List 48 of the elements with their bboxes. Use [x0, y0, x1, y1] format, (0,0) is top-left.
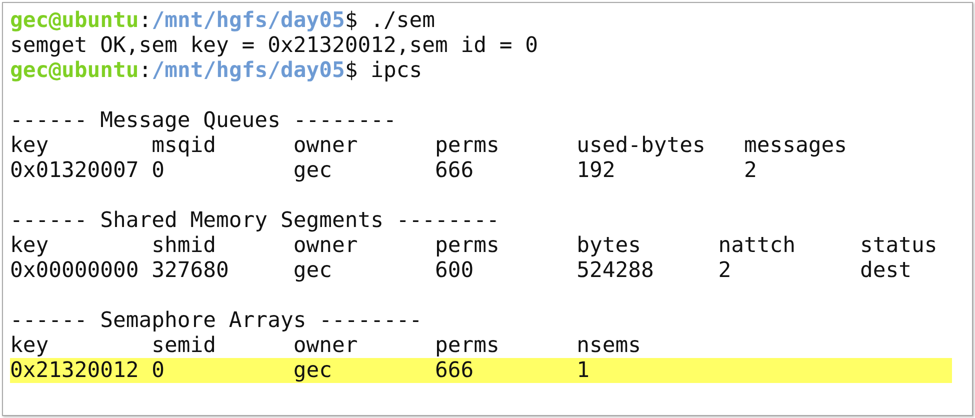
table-cell-text: dest [860, 258, 912, 283]
prompt-separator: : [138, 8, 152, 33]
column-header: messages [744, 133, 848, 158]
command-text: $ ipcs [344, 58, 422, 83]
column-header: owner [293, 233, 359, 258]
column-header: shmid [152, 233, 218, 258]
table-cell-text: 2 [718, 258, 732, 283]
column-header: perms [434, 233, 500, 258]
table-cell-text: 524288 [576, 258, 655, 283]
section-heading: ------ Shared Memory Segments -------- [10, 208, 500, 233]
table-cell-text: 0 [152, 158, 166, 183]
column-header: used-bytes [576, 133, 706, 158]
column-header: nattch [718, 233, 797, 258]
prompt-path: /mnt/hgfs/day05 [152, 58, 345, 83]
table-cell-text: 0 [152, 358, 166, 383]
prompt-user-host: gec@ubuntu [10, 58, 139, 83]
table-cell-text: 0x01320007 [10, 158, 140, 183]
section-heading: ------ Semaphore Arrays -------- [10, 308, 422, 333]
prompt-separator: : [138, 58, 152, 83]
column-header: owner [293, 133, 359, 158]
section-heading: ------ Message Queues -------- [10, 108, 396, 133]
column-header: key [10, 333, 50, 358]
table-cell-text: 0x00000000 [10, 258, 140, 283]
table-cell-text: 0x21320012 [10, 358, 140, 383]
column-header: perms [434, 133, 500, 158]
table-cell-text: 600 [434, 258, 475, 283]
output-text: semget OK,sem key = 0x21320012,sem id = 0 [10, 33, 538, 58]
table-cell-text: 1 [576, 358, 591, 383]
column-header: perms [434, 333, 500, 358]
command-text: $ ./sem [344, 8, 436, 33]
column-header: bytes [576, 233, 642, 258]
table-cell-text: 2 [744, 158, 758, 183]
column-header: owner [293, 333, 359, 358]
column-header: msqid [152, 133, 218, 158]
table-cell-text: gec [293, 358, 333, 383]
table-cell-text: gec [293, 258, 333, 283]
table-cell-text: 666 [434, 358, 475, 383]
table-cell-text: 327680 [152, 258, 230, 283]
table-cell-text: 666 [434, 158, 475, 183]
column-header: status [860, 233, 938, 258]
table-cell-text: gec [293, 158, 333, 183]
column-header: key [10, 133, 50, 158]
column-header: key [10, 233, 50, 258]
prompt-user-host: gec@ubuntu [10, 8, 139, 33]
column-header: semid [152, 333, 218, 358]
prompt-path: /mnt/hgfs/day05 [152, 8, 345, 33]
column-header: nsems [576, 333, 642, 358]
table-cell-text: 192 [576, 158, 616, 183]
